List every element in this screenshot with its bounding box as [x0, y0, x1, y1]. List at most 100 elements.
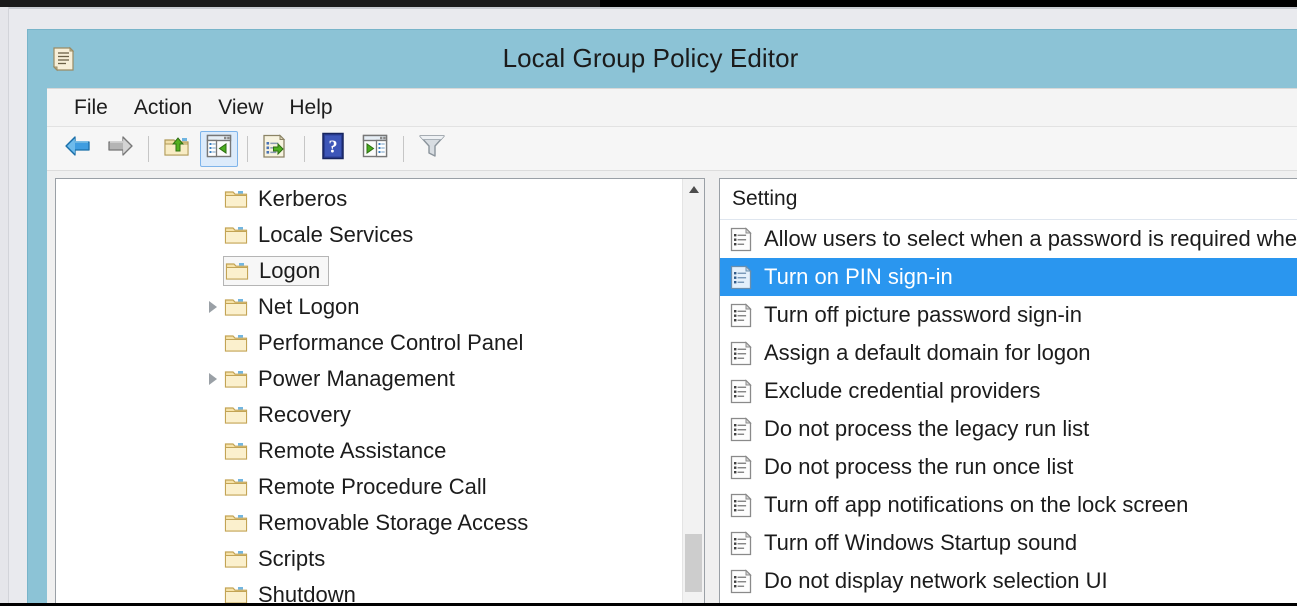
tree-item-scripts[interactable]: Scripts	[56, 541, 683, 577]
desktop-top-shade	[0, 7, 1297, 9]
list-row[interactable]: Turn off app notifications on the lock s…	[720, 486, 1297, 524]
policy-setting-icon	[730, 568, 753, 594]
tree-item-net-logon[interactable]: Net Logon	[56, 289, 683, 325]
folder-icon	[224, 405, 248, 425]
folder-icon	[224, 549, 248, 569]
panes-container: Kerberos Locale Services Logon Net Logon…	[47, 172, 1297, 606]
list-row-label: Do not process the run once list	[764, 454, 1074, 479]
tree-item-removable-storage-access[interactable]: Removable Storage Access	[56, 505, 683, 541]
toolbar-show-action-pane-button[interactable]	[356, 131, 394, 167]
desktop-background: Local Group Policy Editor File Action Vi…	[0, 0, 1297, 606]
tree-item-label: Remote Procedure Call	[258, 474, 487, 499]
list-row-label: Do not display network selection UI	[764, 568, 1108, 593]
folder-icon	[224, 333, 248, 353]
policy-setting-icon	[730, 416, 753, 442]
folder-icon	[224, 297, 248, 317]
settings-list-header: Setting	[720, 179, 1297, 220]
window-titlebar: Local Group Policy Editor	[28, 30, 1297, 88]
chevron-right-icon	[209, 373, 217, 385]
tree-item-focus-box: Logon	[223, 256, 330, 286]
tree-expander-power-management[interactable]	[202, 373, 224, 385]
export-list-icon	[262, 133, 290, 164]
menu-help[interactable]: Help	[276, 94, 345, 122]
tree-item-label: Kerberos	[258, 186, 348, 211]
policy-setting-icon	[730, 378, 753, 404]
list-row-label: Turn off Windows Startup sound	[764, 530, 1078, 555]
policy-setting-icon	[730, 302, 753, 328]
tree-vertical-scrollbar[interactable]	[682, 179, 704, 606]
toolbar-forward-button[interactable]	[101, 131, 139, 167]
tree-item-shutdown[interactable]: Shutdown	[56, 577, 683, 606]
list-row-label: Turn on PIN sign-in	[764, 264, 953, 289]
column-setting[interactable]: Setting	[732, 187, 797, 211]
folder-icon	[224, 477, 248, 497]
tree-item-remote-assistance[interactable]: Remote Assistance	[56, 433, 683, 469]
toolbar-separator-3	[304, 135, 305, 162]
tree-item-recovery[interactable]: Recovery	[56, 397, 683, 433]
list-row[interactable]: Assign a default domain for logon	[720, 334, 1297, 372]
tree-scroll-viewport: Kerberos Locale Services Logon Net Logon…	[56, 179, 683, 606]
list-row[interactable]: Do not display network selection UI	[720, 562, 1297, 600]
tree-item-power-management[interactable]: Power Management	[56, 361, 683, 397]
svg-text:?: ?	[329, 137, 338, 157]
tree-expander-net-logon[interactable]	[202, 301, 224, 313]
list-row-label: Allow users to select when a password is…	[764, 226, 1297, 251]
tree-item-kerberos[interactable]: Kerberos	[56, 181, 683, 217]
folder-icon	[224, 441, 248, 461]
tree-item-locale-services[interactable]: Locale Services	[56, 217, 683, 253]
list-row[interactable]: Turn off picture password sign-in	[720, 296, 1297, 334]
scrollbar-thumb[interactable]	[685, 534, 702, 592]
folder-icon	[224, 189, 248, 209]
settings-list-pane: Setting Allow users to select when a pas…	[719, 178, 1297, 606]
show-hide-console-tree-icon	[206, 134, 232, 163]
list-row-label: Exclude credential providers	[764, 378, 1041, 403]
policy-setting-icon	[730, 226, 753, 252]
tree-item-label: Performance Control Panel	[258, 330, 524, 355]
list-row[interactable]: Do not process the run once list	[720, 448, 1297, 486]
policy-setting-icon	[730, 264, 753, 290]
toolbar-back-button[interactable]	[59, 131, 97, 167]
list-row-label: Do not process the legacy run list	[764, 416, 1090, 441]
local-group-policy-editor-window: Local Group Policy Editor File Action Vi…	[27, 29, 1297, 606]
menu-bar: File Action View Help	[47, 89, 1297, 127]
tree-item-logon[interactable]: Logon	[56, 253, 683, 289]
tree-item-remote-procedure-call[interactable]: Remote Procedure Call	[56, 469, 683, 505]
list-row[interactable]: Exclude credential providers	[720, 372, 1297, 410]
menu-view[interactable]: View	[205, 94, 276, 122]
policy-setting-icon	[730, 454, 753, 480]
toolbar-up-level-button[interactable]	[158, 131, 196, 167]
tree-item-label: Power Management	[258, 366, 455, 391]
desktop-left-strip	[0, 7, 9, 606]
folder-icon	[224, 369, 248, 389]
toolbar-export-list-button[interactable]	[257, 131, 295, 167]
filter-funnel-icon	[417, 132, 447, 165]
toolbar-help-button[interactable]: ?	[314, 131, 352, 167]
policy-setting-icon	[730, 530, 753, 556]
list-row[interactable]: Turn off Windows Startup sound	[720, 524, 1297, 562]
list-row-label: Turn off picture password sign-in	[764, 302, 1082, 327]
show-action-pane-icon	[362, 134, 388, 163]
chevron-up-icon	[688, 186, 699, 193]
chevron-right-icon	[209, 301, 217, 313]
toolbar: ?	[47, 127, 1297, 171]
settings-list-body: Allow users to select when a password is…	[720, 220, 1297, 606]
tree-item-label: Removable Storage Access	[258, 510, 529, 535]
folder-icon	[224, 585, 248, 605]
list-row[interactable]: Do not process the legacy run list	[720, 410, 1297, 448]
tree-item-label: Remote Assistance	[258, 438, 447, 463]
screen-top-right-bar	[600, 0, 1297, 7]
list-row[interactable]: Allow users to select when a password is…	[720, 220, 1297, 258]
menu-action[interactable]: Action	[121, 94, 205, 122]
scrollbar-up-button[interactable]	[683, 179, 704, 200]
up-one-level-folder-icon	[163, 134, 191, 163]
help-question-icon: ?	[321, 132, 345, 165]
list-row[interactable]: Turn on PIN sign-in	[720, 258, 1297, 296]
window-client-area: File Action View Help ? Kerberos Locale …	[47, 88, 1297, 606]
menu-file[interactable]: File	[61, 94, 121, 122]
tree-item-performance-control-panel[interactable]: Performance Control Panel	[56, 325, 683, 361]
toolbar-show-console-tree-button[interactable]	[200, 130, 238, 167]
tree-item-label: Scripts	[258, 546, 326, 571]
list-row-label: Turn off app notifications on the lock s…	[764, 492, 1189, 517]
toolbar-filter-button[interactable]	[413, 131, 451, 167]
toolbar-separator-1	[148, 135, 149, 162]
